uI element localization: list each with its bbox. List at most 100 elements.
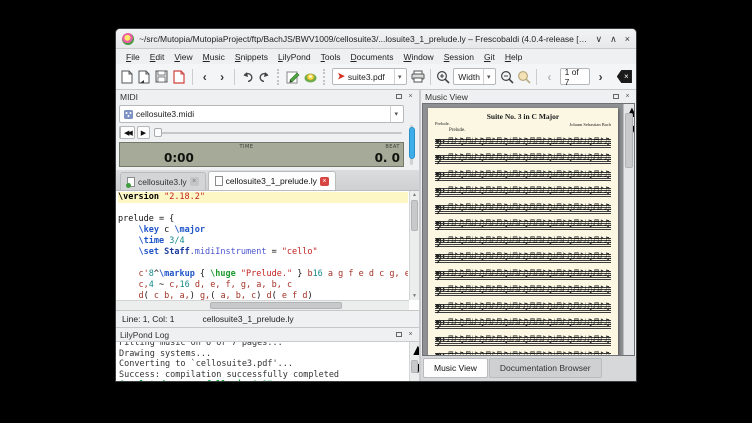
code-line[interactable]: \time 3/4 <box>118 236 408 247</box>
edit-in-place-button[interactable] <box>286 68 300 86</box>
toolbar-separator <box>234 69 235 85</box>
pdf-document-combo[interactable]: ➤ suite3.pdf ▾ <box>332 68 407 85</box>
zoom-level-combo[interactable]: Width ▾ <box>453 68 496 85</box>
midi-panel-header[interactable]: MIDI × <box>116 90 419 103</box>
lilypond-compile-button[interactable] <box>303 68 318 86</box>
chevron-down-icon[interactable]: ▾ <box>483 69 494 84</box>
zoom-in-button[interactable] <box>436 68 450 86</box>
toolbar-handle[interactable] <box>277 69 281 85</box>
midi-position-slider[interactable] <box>152 126 404 139</box>
dock-tab-music-view[interactable]: Music View <box>423 358 488 378</box>
menu-documents[interactable]: Documents <box>346 51 397 63</box>
rewind-button[interactable]: ◀◀ <box>119 126 135 139</box>
code-line[interactable]: \key c \major <box>118 225 408 236</box>
music-view-scrollbar[interactable]: ▲ ▼ <box>623 104 634 355</box>
close-tab-icon[interactable]: × <box>320 177 329 186</box>
next-page-button[interactable]: › <box>593 68 607 86</box>
dock-tab-documentation-browser[interactable]: Documentation Browser <box>489 358 602 378</box>
staff-system: ♬♪♫♬♩♪♫♬♪♬♫♩♬♪♫♬♬♪♫♩♬♪♫♬♪♩♫♬♪♫♬♩♪♫♬♪♬♫♩♬… <box>435 254 611 263</box>
close-icon[interactable]: × <box>625 34 630 44</box>
new-document-button[interactable] <box>120 68 134 86</box>
log-panel-header[interactable]: LilyPond Log × <box>116 328 419 341</box>
code-line[interactable]: c'8^\markup { \huge "Prelude." } b16 a g… <box>118 269 408 280</box>
code-line[interactable]: c,4 ~ c,16 d, e, f, g, a, b, c <box>118 280 408 291</box>
toolbar-handle[interactable] <box>323 69 327 85</box>
code-line[interactable]: \version "2.18.2" <box>118 192 408 203</box>
float-panel-icon[interactable] <box>611 92 620 101</box>
close-panel-icon[interactable]: × <box>623 92 632 101</box>
close-document-button[interactable] <box>172 68 186 86</box>
scrollbar-thumb[interactable] <box>210 302 342 309</box>
menu-music[interactable]: Music <box>199 51 229 63</box>
clear-highlighting-button[interactable]: × <box>617 70 632 83</box>
slider-thumb[interactable] <box>154 128 162 137</box>
code-line[interactable]: prelude = { <box>118 214 408 225</box>
toolbar-separator <box>430 69 431 85</box>
titlebar[interactable]: ~/src/Mutopia/MutopiaProject/ftp/BachJS/… <box>116 29 636 49</box>
print-button[interactable] <box>410 68 424 86</box>
menu-help[interactable]: Help <box>501 51 526 63</box>
scrollbar-thumb[interactable] <box>411 200 418 231</box>
editor-horizontal-scrollbar[interactable] <box>116 300 409 310</box>
code-line[interactable] <box>118 203 408 214</box>
menu-snippets[interactable]: Snippets <box>231 51 272 63</box>
code-line[interactable]: \set Staff.midiInstrument = "cello" <box>118 247 408 258</box>
music-notes: ♬♪♫♬♩♪♫♬♪♬♫♩♬♪♫♬♬♪♫♩♬♪♫♬♪♩♫♬♪♫♬♩♪♫♬♪♬♫♩♬… <box>446 201 611 215</box>
code-line[interactable]: d( c b, a,) g,( a, b, c) d( e f d) <box>118 291 408 300</box>
tab-label: cellosuite3.ly <box>138 177 187 187</box>
volume-thumb[interactable] <box>409 127 415 159</box>
editor-vertical-scrollbar[interactable]: ▲ ▼ <box>409 191 419 300</box>
code-line[interactable] <box>118 258 408 269</box>
music-view-viewport[interactable]: Suite No. 3 in C Major Johann Sebastian … <box>422 103 635 356</box>
menu-session[interactable]: Session <box>440 51 478 63</box>
save-document-button[interactable] <box>155 68 169 86</box>
float-panel-icon[interactable] <box>394 92 403 101</box>
staff-system: ♬♪♫♬♩♪♫♬♪♬♫♩♬♪♫♬♬♪♫♩♬♪♫♬♪♩♫♬♪♫♬♩♪♫♬♪♬♫♩♬… <box>435 353 611 356</box>
midi-file-combo[interactable]: cellosuite3.midi ▾ <box>119 105 404 123</box>
previous-page-button[interactable]: ‹ <box>542 68 556 86</box>
code-area[interactable]: \version "2.18.2" prelude = { \key c \ma… <box>118 192 408 300</box>
staff-system: ♬♪♫♬♩♪♫♬♪♬♫♩♬♪♫♬♬♪♫♩♬♪♫♬♪♩♫♬♪♫♬♩♪♫♬♪♬♫♩♬… <box>435 304 611 313</box>
menu-file[interactable]: File <box>122 51 144 63</box>
forward-button[interactable]: › <box>215 68 229 86</box>
menu-window[interactable]: Window <box>399 51 437 63</box>
back-button[interactable]: ‹ <box>198 68 212 86</box>
score-page[interactable]: Suite No. 3 in C Major Johann Sebastian … <box>428 108 618 356</box>
close-tab-icon[interactable]: × <box>190 177 199 186</box>
log-output[interactable]: Fitting music on 6 or 7 pages...Drawing … <box>116 341 419 381</box>
log-vertical-scrollbar[interactable]: ▲ ▼ <box>409 342 419 381</box>
scrollbar-thumb[interactable] <box>411 360 418 373</box>
close-panel-icon[interactable]: × <box>406 92 415 101</box>
midi-volume-slider[interactable] <box>407 105 416 167</box>
statusbar: Line: 1, Col: 1 cellosuite3_1_prelude.ly <box>116 310 419 327</box>
tab-cellosuite3.ly[interactable]: cellosuite3.ly× <box>120 172 206 190</box>
menu-lilypond[interactable]: LilyPond <box>274 51 315 63</box>
open-document-button[interactable] <box>137 68 151 86</box>
menubar: FileEditViewMusicSnippetsLilyPondToolsDo… <box>116 49 636 64</box>
code-editor[interactable]: \version "2.18.2" prelude = { \key c \ma… <box>116 190 419 310</box>
menu-git[interactable]: Git <box>480 51 499 63</box>
play-button[interactable]: ▶ <box>137 126 150 139</box>
zoom-out-button[interactable] <box>499 68 513 86</box>
log-line: Fitting music on 6 or 7 pages... <box>119 341 408 349</box>
music-view-header[interactable]: Music View × <box>421 90 636 103</box>
magnifier-button[interactable] <box>517 68 531 86</box>
document-icon <box>215 176 223 186</box>
minimize-icon[interactable]: ∨ <box>596 34 603 44</box>
close-panel-icon[interactable]: × <box>406 330 415 339</box>
frescobaldi-app-icon <box>122 33 134 45</box>
toolbar-separator <box>192 69 193 85</box>
page-number-field[interactable]: 1 of 7 <box>560 68 591 85</box>
menu-tools[interactable]: Tools <box>317 51 345 63</box>
midi-panel: cellosuite3.midi ▾ ◀◀ ▶ TIME 0:00 <box>116 103 419 170</box>
chevron-down-icon[interactable]: ▾ <box>390 106 401 122</box>
tab-cellosuite3_1_prelude.ly[interactable]: cellosuite3_1_prelude.ly× <box>208 171 336 190</box>
redo-button[interactable] <box>258 68 272 86</box>
undo-button[interactable] <box>240 68 254 86</box>
menu-edit[interactable]: Edit <box>146 51 169 63</box>
scrollbar-thumb[interactable] <box>625 113 633 168</box>
float-panel-icon[interactable] <box>394 330 403 339</box>
menu-view[interactable]: View <box>170 51 196 63</box>
maximize-icon[interactable]: ∧ <box>610 34 617 44</box>
chevron-down-icon[interactable]: ▾ <box>394 69 405 84</box>
